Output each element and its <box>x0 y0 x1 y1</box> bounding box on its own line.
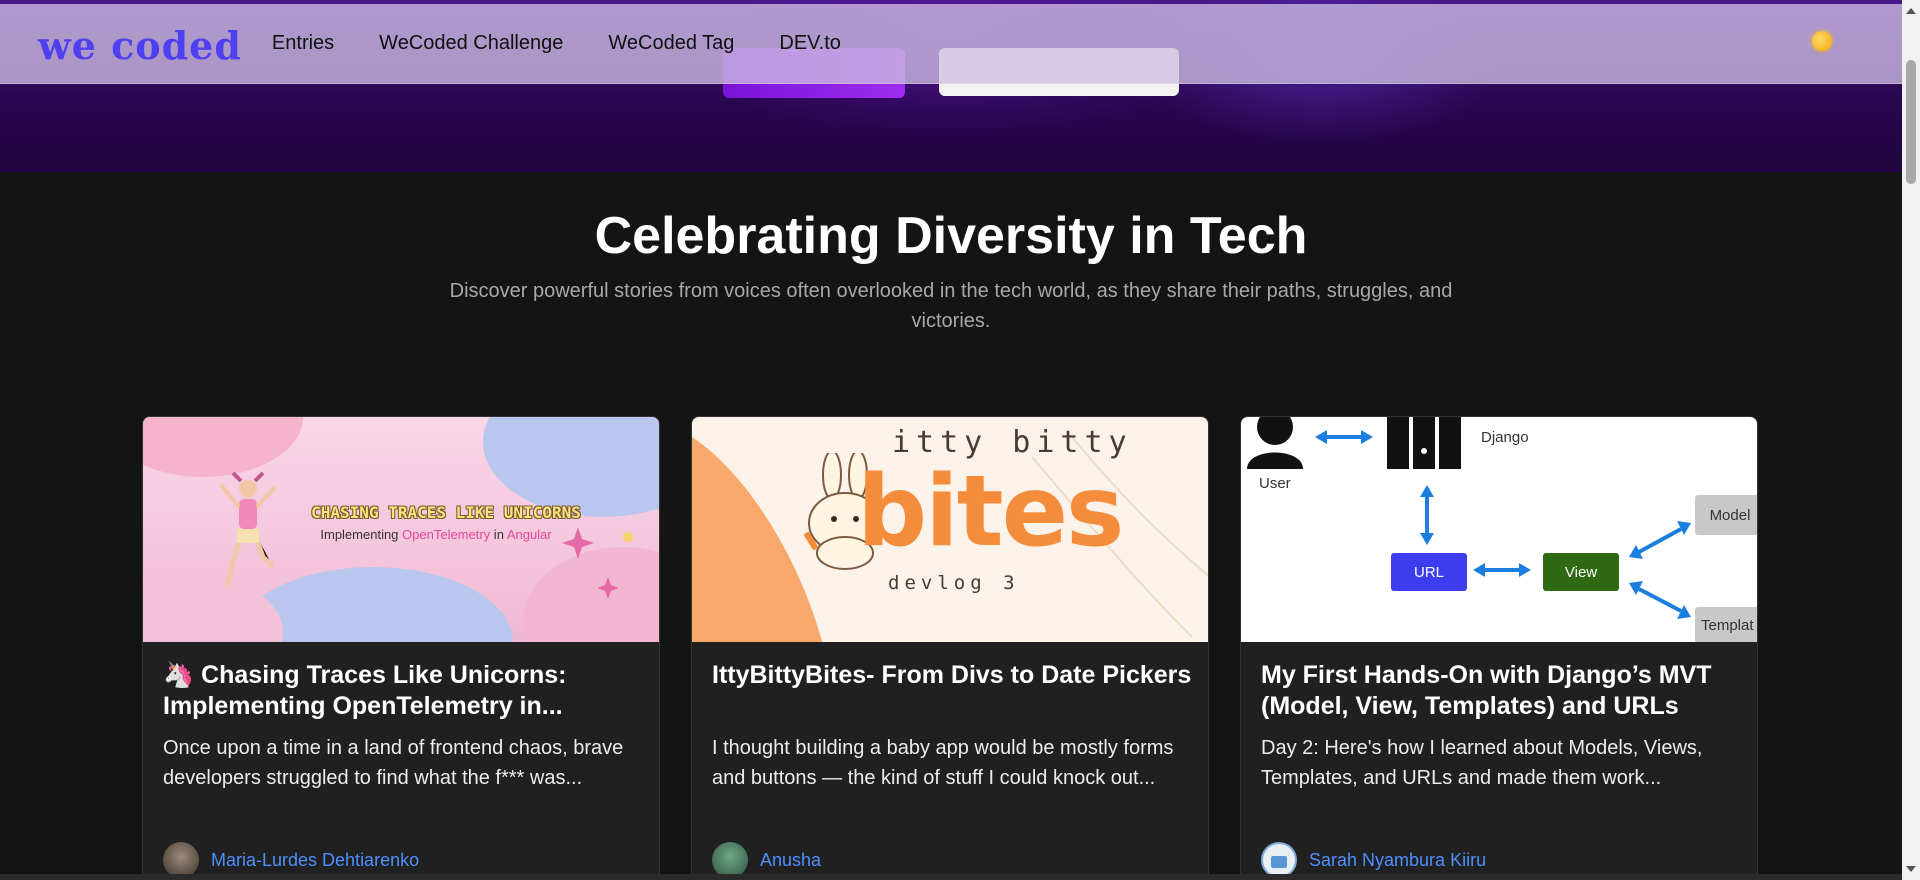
cover-text-bites: bites <box>857 455 1124 569</box>
avatar[interactable] <box>712 842 748 878</box>
article-author: Anusha <box>712 842 821 878</box>
article-cover-image[interactable]: itty bitty bites devlog 3 <box>692 417 1208 642</box>
avatar[interactable] <box>1261 842 1297 878</box>
section-subtitle: Discover powerful stories from voices of… <box>449 280 1453 332</box>
diagram-box-view: View <box>1543 553 1619 591</box>
article-author: Sarah Nyambura Kiiru <box>1261 842 1486 878</box>
article-author: Maria-Lurdes Dehtiarenko <box>163 842 419 878</box>
diagram-box-template: Templat <box>1695 607 1757 642</box>
article-description: Day 2: Here's how I learned about Models… <box>1261 737 1703 789</box>
cloud-shape <box>483 417 659 517</box>
cover-text-devlog: devlog 3 <box>888 572 1020 594</box>
mvt-diagram <box>1247 417 1691 619</box>
author-name-link[interactable]: Maria-Lurdes Dehtiarenko <box>211 850 419 871</box>
diagram-box-url: URL <box>1391 553 1467 591</box>
nav-link-wecoded-challenge[interactable]: WeCoded Challenge <box>379 32 563 55</box>
diagram-label-user: User <box>1259 475 1291 492</box>
cover-headline: CHASING TRACES LIKE UNICORNS <box>311 503 581 522</box>
site-logo[interactable]: we coded <box>38 26 242 65</box>
article-cover-image[interactable]: User Django URL View Model Templat <box>1241 417 1757 642</box>
sun-icon[interactable] <box>1812 31 1832 51</box>
article-title[interactable]: 🦄 Chasing Traces Like Unicorns: Implemen… <box>163 660 643 722</box>
top-navbar: we coded Entries WeCoded Challenge WeCod… <box>0 4 1902 84</box>
article-title[interactable]: IttyBittyBites- From Divs to Date Picker… <box>712 660 1192 691</box>
author-name-link[interactable]: Anusha <box>760 850 821 871</box>
scroll-up-arrow-icon[interactable] <box>1906 8 1916 14</box>
nav-link-devto[interactable]: DEV.to <box>779 32 841 55</box>
diagram-label-django: Django <box>1481 429 1529 446</box>
section-title: Celebrating Diversity in Tech <box>594 207 1308 265</box>
article-description: Once upon a time in a land of frontend c… <box>163 737 624 789</box>
scroll-down-arrow-icon[interactable] <box>1906 866 1916 872</box>
author-name-link[interactable]: Sarah Nyambura Kiiru <box>1309 850 1486 871</box>
sparkle-icon <box>562 527 633 599</box>
nav-link-entries[interactable]: Entries <box>272 32 334 55</box>
nav-link-wecoded-tag[interactable]: WeCoded Tag <box>608 32 734 55</box>
diagram-box-model: Model <box>1695 495 1757 535</box>
page-scrollbar[interactable] <box>1902 0 1920 880</box>
bottom-bar <box>0 874 1902 880</box>
article-card[interactable]: CHASING TRACES LIKE UNICORNS Implementin… <box>142 416 660 880</box>
article-card[interactable]: itty bitty bites devlog 3 IttyBittyBites… <box>691 416 1209 880</box>
article-description: I thought building a baby app would be m… <box>712 737 1174 789</box>
article-card[interactable]: User Django URL View Model Templat My Fi… <box>1240 416 1758 880</box>
avatar[interactable] <box>163 842 199 878</box>
article-title[interactable]: My First Hands-On with Django’s MVT (Mod… <box>1261 660 1741 722</box>
article-cover-image[interactable]: CHASING TRACES LIKE UNICORNS Implementin… <box>143 417 659 642</box>
scrollbar-thumb[interactable] <box>1906 60 1916 184</box>
